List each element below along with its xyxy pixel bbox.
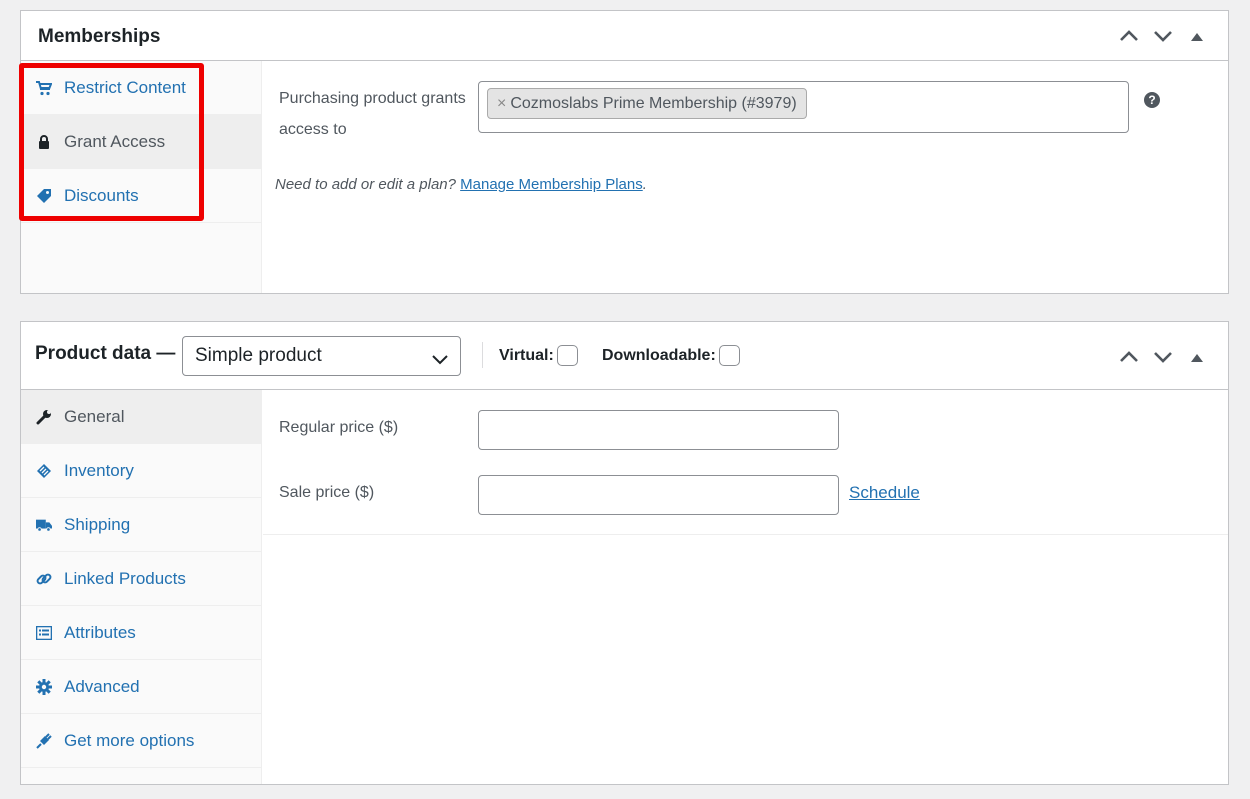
tab-label: Inventory [64,460,134,480]
link-icon [36,571,52,587]
tab-get-more-options[interactable]: Get more options [21,714,261,768]
tab-general[interactable]: General [21,390,261,444]
product-type-value: Simple product [195,345,322,366]
regular-price-input[interactable] [478,410,839,450]
tab-inventory[interactable]: Inventory [21,444,261,498]
product-data-title: Product data — [35,343,176,364]
downloadable-option: Downloadable: [602,345,740,366]
memberships-panel: Memberships Restrict Content Grant Acces… [20,10,1229,294]
tab-label: Restrict Content [64,77,186,97]
memberships-tabs: Restrict Content Grant Access Discounts [21,61,262,293]
list-icon [36,625,52,641]
tab-label: Linked Products [64,568,186,588]
schedule-link[interactable]: Schedule [849,483,920,503]
gear-icon [36,678,52,695]
collapse-toggle-icon[interactable] [1180,346,1214,368]
product-data-tabs: General Inventory Shipping Linked Produc… [21,390,262,784]
tab-advanced[interactable]: Advanced [21,660,261,714]
move-down-icon[interactable] [1146,25,1180,47]
pricing-divider [263,534,1228,535]
move-down-icon[interactable] [1146,346,1180,368]
plugin-icon [36,732,52,749]
wrench-icon [36,409,52,425]
tab-grant-access[interactable]: Grant Access [21,115,261,169]
downloadable-label: Downloadable: [602,346,716,364]
product-data-header: Product data — Simple product Virtual: D… [21,322,1228,390]
tab-label: Attributes [64,622,136,642]
tab-label: Shipping [64,514,131,534]
tab-discounts[interactable]: Discounts [21,169,261,223]
tab-label: Advanced [64,676,140,696]
chevron-down-icon [432,349,448,371]
lock-icon [36,134,52,150]
collapse-toggle-icon[interactable] [1180,25,1214,47]
move-up-icon[interactable] [1112,25,1146,47]
product-data-panel: Product data — Simple product Virtual: D… [20,321,1229,785]
tab-attributes[interactable]: Attributes [21,606,261,660]
downloadable-checkbox[interactable] [718,345,740,366]
note-text: Need to add or edit a plan? [275,176,456,193]
product-type-select[interactable]: Simple product [182,336,461,376]
tab-shipping[interactable]: Shipping [21,498,261,552]
memberships-header-controls [1112,25,1214,47]
memberships-header: Memberships [21,11,1228,61]
remove-plan-icon[interactable]: × [497,95,506,113]
grant-access-label: Purchasing product grants access to [279,90,466,138]
inventory-icon [36,463,52,479]
help-icon[interactable]: ? [1144,92,1160,108]
move-up-icon[interactable] [1112,346,1146,368]
manage-plans-note: Need to add or edit a plan? Manage Membe… [275,176,647,193]
selected-plan-chip: × Cozmoslabs Prime Membership (#3979) [487,88,807,119]
virtual-label: Virtual: [499,346,554,364]
regular-price-label: Regular price ($) [279,419,399,436]
manage-membership-plans-link[interactable]: Manage Membership Plans [460,176,643,193]
sale-price-input[interactable] [478,475,839,515]
product-data-header-controls [1112,346,1214,368]
note-end: . [642,176,647,193]
tag-icon [36,188,52,204]
tab-label: General [64,406,125,426]
virtual-checkbox[interactable] [556,345,578,366]
sale-price-label: Sale price ($) [279,484,375,501]
virtual-option: Virtual: [499,345,578,366]
header-divider [482,342,483,368]
tab-linked-products[interactable]: Linked Products [21,552,261,606]
tab-label: Grant Access [64,131,166,151]
tab-label: Discounts [64,185,139,205]
membership-plans-select[interactable]: × Cozmoslabs Prime Membership (#3979) [478,81,1129,133]
truck-icon [36,517,52,533]
selected-plan-label: Cozmoslabs Prime Membership (#3979) [510,94,797,112]
tab-restrict-content[interactable]: Restrict Content [21,61,261,115]
memberships-title: Memberships [38,26,161,47]
tab-label: Get more options [64,730,195,750]
cart-icon [36,80,52,96]
